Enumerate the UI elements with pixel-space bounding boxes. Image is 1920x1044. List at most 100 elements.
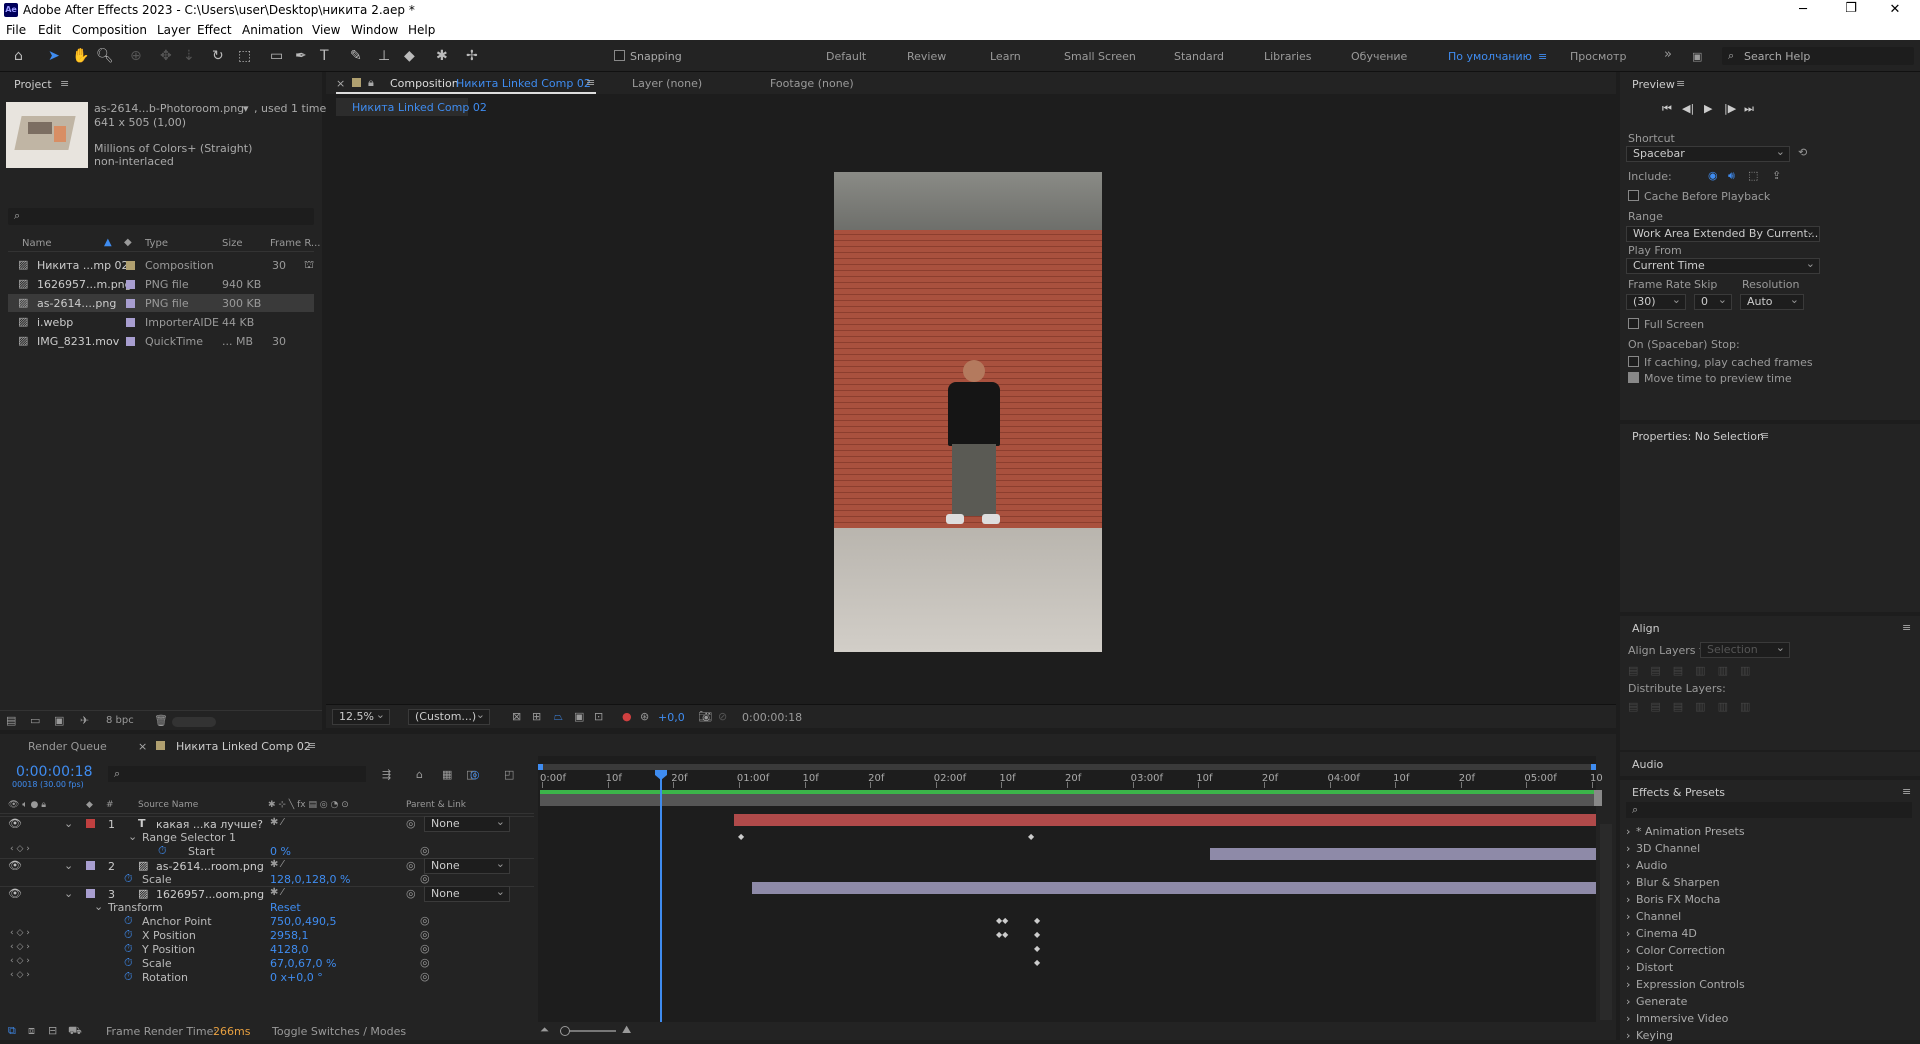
zoom-in-icon[interactable]: ⛰: [622, 1023, 631, 1037]
menu-composition[interactable]: Composition: [72, 23, 147, 37]
search-help-field[interactable]: ⌕ Search Help: [1722, 47, 1914, 65]
align-buttons-icon[interactable]: ▤▤▤▥▥▥: [1628, 664, 1762, 677]
snapshot-icon[interactable]: 📷︎: [698, 710, 712, 723]
keyframe[interactable]: ◆◆: [996, 916, 1008, 925]
comp-tab-prefix[interactable]: Composition: [390, 77, 459, 90]
stopwatch-icon[interactable]: ⏱︎: [124, 956, 133, 970]
layer-label-color[interactable]: [86, 819, 95, 828]
color-management-icon[interactable]: ⊛: [640, 710, 649, 723]
property-value[interactable]: 2958,1: [270, 929, 309, 942]
last-frame-icon[interactable]: ⏭: [1744, 102, 1754, 116]
range-dropdown[interactable]: Work Area Extended By Current...: [1626, 225, 1820, 242]
keyframe[interactable]: ◆: [738, 832, 744, 841]
effects-category[interactable]: › Keying: [1626, 1028, 1906, 1044]
render-time-icon[interactable]: ⛟: [68, 1024, 82, 1039]
pan-behind-tool-icon[interactable]: ⬚: [238, 48, 251, 64]
play-icon[interactable]: ▶: [1704, 102, 1712, 115]
rectangle-tool-icon[interactable]: ▭: [270, 48, 283, 64]
effects-category[interactable]: › Boris FX Mocha: [1626, 892, 1906, 908]
item-label-color[interactable]: [126, 299, 135, 308]
align-title[interactable]: Align: [1632, 622, 1660, 635]
shortcut-dropdown[interactable]: Spacebar: [1626, 145, 1790, 162]
puppet-tool-icon[interactable]: ✢: [466, 48, 478, 64]
new-folder-icon[interactable]: ▭: [30, 714, 40, 727]
export-icon[interactable]: ⇪: [1772, 169, 1781, 182]
property-row[interactable]: ‹ ◇ › ⏱︎ Scale 67,0,67,0 % ◎: [0, 956, 534, 970]
col-source-name[interactable]: Source Name: [138, 800, 198, 810]
selection-tool-icon[interactable]: ➤: [48, 48, 60, 64]
asset-dropdown-icon[interactable]: ▾: [243, 102, 249, 115]
property-value[interactable]: 0 %: [270, 845, 291, 858]
stopwatch-icon[interactable]: ⏱︎: [124, 872, 133, 886]
menu-layer[interactable]: Layer: [157, 23, 190, 37]
trash-icon[interactable]: 🗑︎: [154, 714, 168, 727]
effects-category[interactable]: › Generate: [1626, 994, 1906, 1010]
stopwatch-icon[interactable]: ⏱︎: [124, 942, 133, 956]
lock-icon[interactable]: 🔒︎: [368, 76, 374, 90]
minimize-button[interactable]: ─: [1788, 2, 1818, 17]
flowchart-icon[interactable]: ⛫: [304, 258, 314, 273]
expression-pickwhip-icon[interactable]: ◎: [420, 928, 430, 941]
layer-label-color[interactable]: [86, 861, 95, 870]
label-tag-icon[interactable]: ◆: [124, 237, 132, 248]
col-frame-rate[interactable]: Frame R...: [270, 238, 320, 249]
expression-pickwhip-icon[interactable]: ◎: [420, 914, 430, 927]
expression-pickwhip-icon[interactable]: ◎: [420, 942, 430, 955]
work-area-region[interactable]: [540, 794, 1594, 806]
layer-3-bar[interactable]: [752, 882, 1596, 894]
audio-title[interactable]: Audio: [1632, 758, 1663, 771]
expression-pickwhip-icon[interactable]: ◎: [420, 970, 430, 983]
effects-category[interactable]: › Cinema 4D: [1626, 926, 1906, 942]
preview-tab[interactable]: Preview: [1632, 78, 1675, 91]
property-group-row[interactable]: ⌄ Transform Reset: [0, 900, 534, 914]
keyframe-navigator-icon[interactable]: ‹ ◇ ›: [10, 844, 30, 854]
project-search-input[interactable]: ⌕: [8, 208, 314, 225]
rotation-tool-icon[interactable]: ↻: [212, 48, 224, 64]
keyframe-navigator-icon[interactable]: ‹ ◇ ›: [10, 970, 30, 980]
col-name[interactable]: Name: [22, 238, 52, 249]
project-settings-icon[interactable]: ✈: [80, 714, 89, 727]
grid-guides-icon[interactable]: ⊡: [594, 710, 603, 723]
effects-search-input[interactable]: ⌕: [1626, 802, 1912, 818]
current-time-readout[interactable]: 0:00:00:18: [742, 711, 802, 724]
toggle-switches-modes[interactable]: Toggle Switches / Modes: [272, 1025, 406, 1038]
menu-animation[interactable]: Animation: [242, 23, 303, 37]
project-item[interactable]: ▨ i.webp ImporterAIDE 44 KB: [8, 313, 314, 331]
project-item[interactable]: ▨ IMG_8231.mov QuickTime ... MB 30: [8, 332, 314, 350]
menu-view[interactable]: View: [312, 23, 340, 37]
effects-title[interactable]: Effects & Presets: [1632, 786, 1725, 799]
first-frame-icon[interactable]: ⏮: [1662, 102, 1672, 116]
property-value[interactable]: 750,0,490,5: [270, 915, 336, 928]
twirl-down-icon[interactable]: ⌄: [64, 887, 73, 900]
effects-category[interactable]: › Color Correction: [1626, 943, 1906, 959]
panel-menu-icon[interactable]: ≡: [1676, 77, 1685, 90]
pickwhip-icon[interactable]: ◎: [406, 859, 416, 872]
keyframe-navigator-icon[interactable]: ‹ ◇ ›: [10, 942, 30, 952]
zoom-tool-icon[interactable]: 🔍︎: [96, 48, 114, 64]
panel-menu-icon[interactable]: ≡: [1760, 429, 1769, 442]
home-icon[interactable]: ⌂: [14, 48, 23, 64]
move-time-checkbox[interactable]: [1628, 372, 1639, 383]
workspace-obuchenie[interactable]: Обучение: [1351, 50, 1407, 63]
keyframe[interactable]: ◆: [1034, 916, 1040, 925]
layer-row[interactable]: 👁︎ ⌄ 1 T какая ...ка лучше? ✱ ⁄ ◎ None: [0, 815, 534, 832]
twirl-down-icon[interactable]: ⌄: [64, 859, 73, 872]
transparency-grid-icon[interactable]: ⊞: [532, 710, 541, 723]
workspace-review[interactable]: Review: [907, 50, 946, 63]
mask-visibility-icon[interactable]: ⏢: [554, 710, 563, 724]
project-item[interactable]: ▨ as-2614....png PNG file 300 KB: [8, 294, 314, 312]
col-size[interactable]: Size: [222, 238, 243, 249]
work-area-end-handle[interactable]: [1594, 790, 1602, 806]
previous-frame-icon[interactable]: ◀|: [1682, 102, 1694, 115]
property-row[interactable]: ‹ ◇ › ⏱︎ Start 0 % ◎: [0, 844, 534, 858]
transfer-controls-icon[interactable]: ⧈: [28, 1024, 35, 1038]
workspace-small-screen[interactable]: Small Screen: [1064, 50, 1136, 63]
include-audio-icon[interactable]: 🔊︎: [1728, 169, 1735, 183]
render-queue-tab[interactable]: Render Queue: [28, 740, 107, 753]
full-screen-checkbox[interactable]: [1628, 318, 1639, 329]
composition-mini-flowchart-icon[interactable]: ⇶: [382, 768, 391, 781]
keyframe[interactable]: ◆: [1034, 958, 1040, 967]
more-workspaces-icon[interactable]: »: [1664, 47, 1672, 62]
effects-category[interactable]: › Expression Controls: [1626, 977, 1906, 993]
property-value[interactable]: 0 x+0,0 °: [270, 971, 323, 984]
